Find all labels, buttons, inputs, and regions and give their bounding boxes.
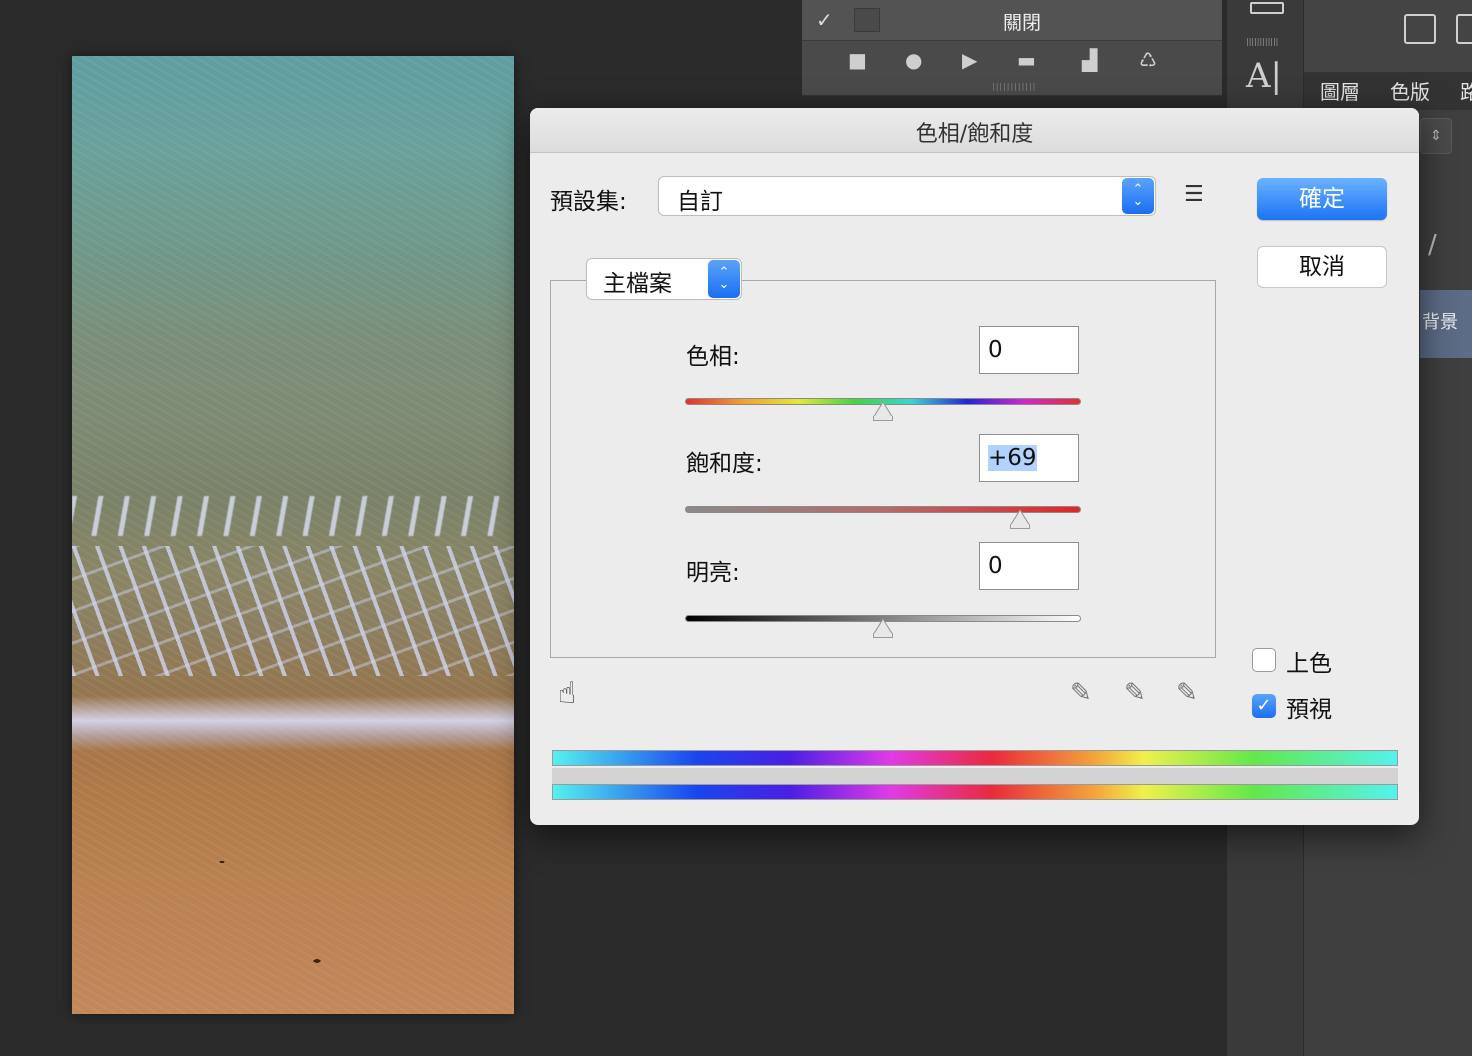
saturation-input[interactable]: +69 xyxy=(979,434,1079,482)
preset-options-icon[interactable]: ☰ xyxy=(1184,182,1204,207)
blend-mode-stepper[interactable]: ⇕ xyxy=(1420,118,1452,154)
lightness-label: 明亮: xyxy=(686,560,740,586)
saturation-value: +69 xyxy=(988,445,1037,471)
ok-button[interactable]: 確定 xyxy=(1257,178,1387,220)
hue-slider-thumb[interactable] xyxy=(873,401,893,417)
range-bar[interactable] xyxy=(552,768,1398,784)
cancel-button[interactable]: 取消 xyxy=(1257,246,1387,288)
folder-icon[interactable]: ▬ xyxy=(1017,48,1036,72)
tab-layers[interactable]: 圖層 xyxy=(1320,76,1360,105)
record-icon[interactable]: ● xyxy=(905,48,922,72)
hue-saturation-dialog: 色相/飽和度 預設集: 自訂 ⌃ ⌄ ☰ 確定 取消 主檔案 ⌃ ⌄ 色相: 0 飽… xyxy=(530,108,1419,825)
check-icon[interactable]: ✓ xyxy=(816,8,833,32)
play-icon[interactable]: ▶ xyxy=(962,48,977,72)
canvas-photo[interactable] xyxy=(72,56,514,1014)
resize-grip[interactable]: |||||||||||| xyxy=(992,82,1036,91)
lightness-slider-thumb[interactable] xyxy=(873,618,893,634)
lightness-value: 0 xyxy=(988,553,1003,579)
stop-icon[interactable]: ■ xyxy=(848,48,867,72)
preview-checkbox[interactable]: ✓ xyxy=(1252,694,1276,718)
dialog-title: 色相/飽和度 xyxy=(915,122,1034,147)
hue-label: 色相: xyxy=(686,344,740,370)
hue-slider-thumb-base xyxy=(873,416,893,421)
trash-icon[interactable]: ♺ xyxy=(1139,48,1157,72)
actions-panel: ✓ 關閉 ■ ● ▶ ▬ ▟ ♺ |||||||||||| xyxy=(802,0,1222,96)
saturation-slider-thumb[interactable] xyxy=(1009,509,1030,525)
dialog-toggle-box[interactable] xyxy=(854,8,880,32)
channel-value: 主檔案 xyxy=(603,271,672,297)
tab-paths[interactable]: 路 xyxy=(1460,76,1472,105)
chevron-updown-icon[interactable]: ⌃ ⌄ xyxy=(708,260,740,298)
grip-icon[interactable]: |||||||||||| xyxy=(1246,37,1278,46)
input-spectrum-bar xyxy=(552,750,1398,766)
hue-input[interactable]: 0 xyxy=(979,326,1079,374)
wave-foam xyxy=(72,496,514,536)
wave-foam xyxy=(72,546,514,676)
lightness-slider-thumb-base xyxy=(873,633,893,638)
chevron-updown-icon[interactable]: ⌃ ⌄ xyxy=(1122,178,1154,214)
lightness-input[interactable]: 0 xyxy=(979,542,1079,590)
preset-select[interactable]: 自訂 ⌃ ⌄ xyxy=(658,176,1156,216)
eyedropper-minus-icon[interactable]: ✎ xyxy=(1176,678,1198,708)
preset-value: 自訂 xyxy=(677,189,723,215)
eyedropper-plus-icon[interactable]: ✎ xyxy=(1124,678,1146,708)
saturation-slider-thumb-base xyxy=(1009,524,1030,529)
preview-label: 預視 xyxy=(1286,697,1332,723)
adjustment-group xyxy=(550,280,1216,658)
channel-select[interactable]: 主檔案 ⌃ ⌄ xyxy=(586,258,742,300)
adjustment-icon[interactable] xyxy=(1456,14,1472,44)
saturation-label: 飽和度: xyxy=(686,451,763,477)
panel-icons-row xyxy=(1304,0,1472,72)
new-action-icon[interactable]: ▟ xyxy=(1082,48,1097,72)
preset-label: 預設集: xyxy=(550,189,627,215)
layer-name: 背景 xyxy=(1422,312,1458,333)
colorize-checkbox[interactable] xyxy=(1252,648,1276,672)
action-label: 關閉 xyxy=(1002,12,1041,34)
mask-icon[interactable] xyxy=(1404,14,1436,44)
dialog-titlebar[interactable]: 色相/飽和度 xyxy=(530,108,1419,153)
brush-icon[interactable]: ∕ xyxy=(1428,230,1437,260)
tab-channels[interactable]: 色版 xyxy=(1390,76,1430,105)
eyedropper-icon[interactable]: ✎ xyxy=(1070,678,1092,708)
action-row[interactable]: ✓ 關閉 xyxy=(802,0,1222,41)
output-spectrum-bar xyxy=(552,784,1398,800)
targeted-adjustment-hand-icon[interactable]: ☝ xyxy=(558,676,576,711)
text-tool-icon[interactable]: A| xyxy=(1246,56,1282,96)
wave-foam xyxy=(72,696,514,751)
hue-value: 0 xyxy=(988,337,1003,363)
toolbar-icon[interactable] xyxy=(1250,2,1284,14)
colorize-label: 上色 xyxy=(1286,651,1332,677)
